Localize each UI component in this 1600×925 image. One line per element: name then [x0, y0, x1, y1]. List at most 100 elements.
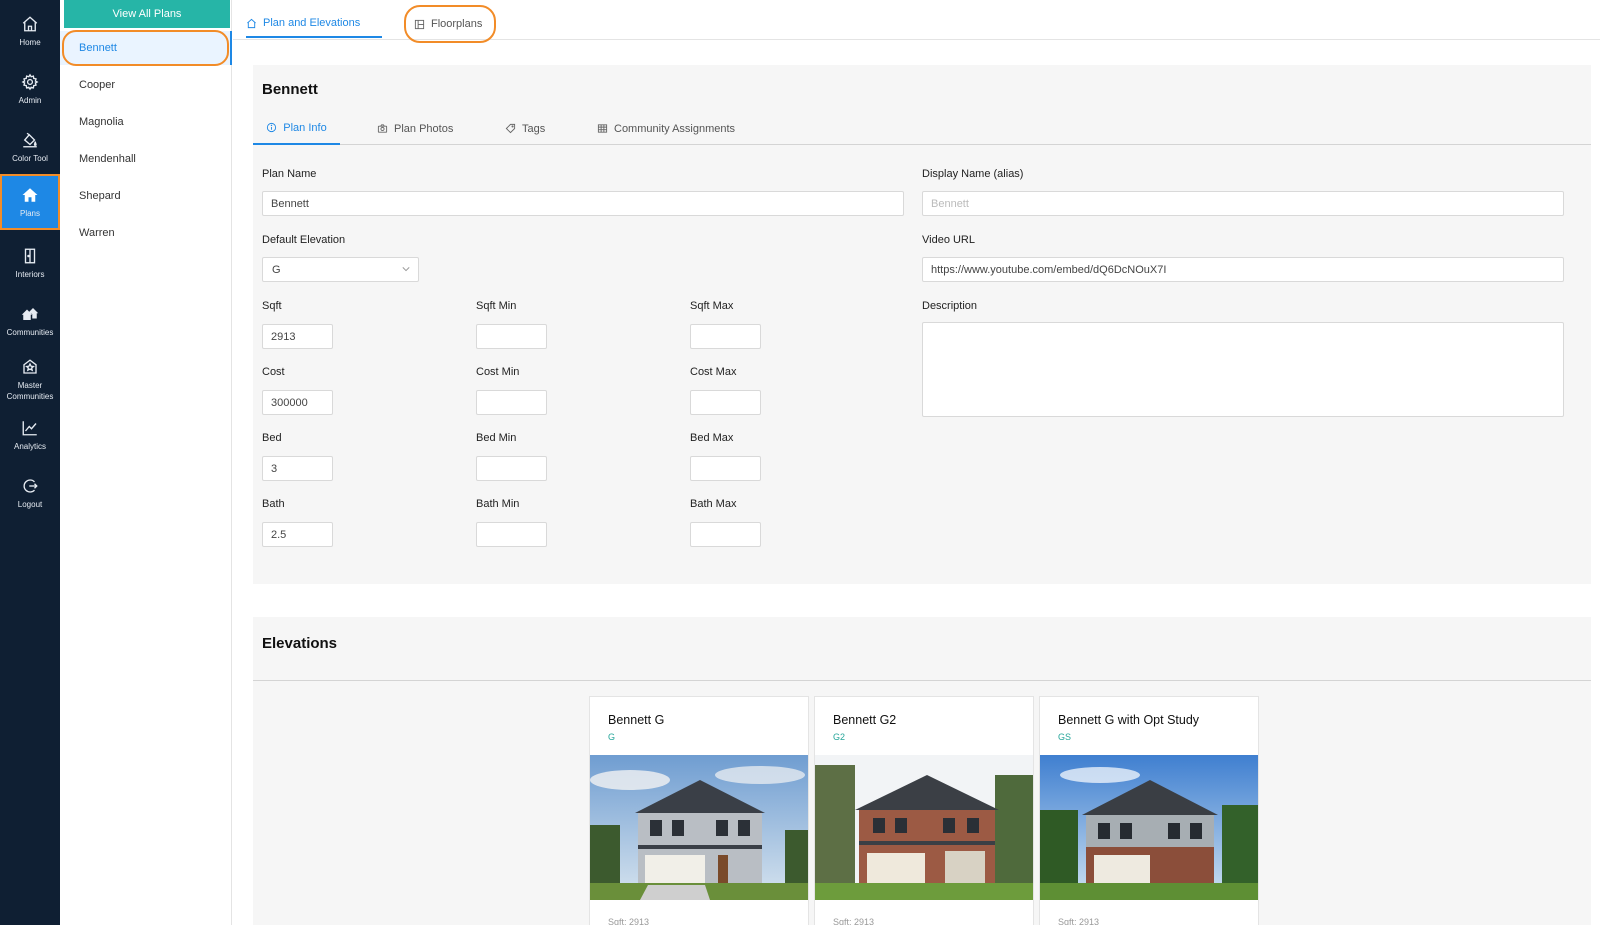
- page-title: Bennett: [262, 81, 318, 98]
- plan-item-warren[interactable]: Warren: [60, 216, 232, 250]
- cost-label: Cost: [262, 366, 285, 378]
- plan-subtabs: Plan Info Plan Photos Tags Community Ass…: [253, 112, 1591, 145]
- plan-info-panel: Bennett Plan Info Plan Photos Tags Commu…: [253, 65, 1591, 584]
- elevation-card[interactable]: Bennett G with Opt Study GS Sqft: 2913: [1039, 696, 1259, 925]
- tab-label: Plan and Elevations: [263, 17, 361, 29]
- elevation-card[interactable]: Bennett G2 G2 Sqft: 2913: [814, 696, 1034, 925]
- elevation-name: Bennett G: [608, 713, 665, 727]
- tab-plan-and-elevations[interactable]: Plan and Elevations: [246, 10, 382, 38]
- default-elevation-value: G: [272, 263, 281, 276]
- home-icon: [247, 18, 256, 28]
- bed-label: Bed: [262, 432, 282, 444]
- elevation-photo: [1040, 755, 1258, 900]
- tab-plan-photos[interactable]: Plan Photos: [377, 112, 453, 145]
- chevron-down-icon: [402, 267, 410, 272]
- rail-item-plans[interactable]: Plans: [0, 174, 60, 230]
- tab-label: Plan Info: [283, 121, 327, 134]
- rail-label: Analytics: [13, 441, 46, 451]
- cost-min-input[interactable]: [476, 390, 547, 415]
- plan-name-input[interactable]: [262, 191, 904, 216]
- sqft-max-input[interactable]: [690, 324, 761, 349]
- sqft-min-input[interactable]: [476, 324, 547, 349]
- home-icon: [22, 15, 38, 31]
- view-all-plans-button[interactable]: View All Plans: [64, 0, 230, 28]
- bath-max-input[interactable]: [690, 522, 761, 547]
- cost-max-label: Cost Max: [690, 366, 737, 378]
- cost-max-input[interactable]: [690, 390, 761, 415]
- floorplan-icon: [414, 19, 425, 29]
- top-tabs: Plan and Elevations Floorplans: [233, 0, 1600, 40]
- bath-min-label: Bath Min: [476, 498, 520, 510]
- rail-label: Interiors: [15, 269, 45, 279]
- display-name-input[interactable]: [922, 191, 1564, 216]
- table-icon: [597, 124, 608, 133]
- rail-label: Logout: [17, 499, 43, 509]
- rail-item-communities[interactable]: Communities: [0, 294, 60, 348]
- tab-plan-info[interactable]: Plan Info: [253, 112, 340, 145]
- default-elevation-select[interactable]: G: [262, 257, 419, 282]
- tab-label: Floorplans: [431, 18, 483, 30]
- bath-min-input[interactable]: [476, 522, 547, 547]
- rail-item-analytics[interactable]: Analytics: [0, 408, 60, 462]
- rail-label-line2: Communities: [6, 392, 54, 401]
- elevation-code: GS: [1058, 732, 1072, 742]
- bed-max-label: Bed Max: [690, 432, 734, 444]
- tab-tags[interactable]: Tags: [505, 112, 545, 145]
- tag-icon: [505, 123, 516, 134]
- plan-item-magnolia[interactable]: Magnolia: [60, 105, 232, 139]
- badge-house-icon: [23, 359, 37, 374]
- elevation-photo: [590, 755, 808, 900]
- elevation-code: G: [608, 732, 616, 742]
- tab-label: Community Assignments: [614, 122, 736, 135]
- bath-input[interactable]: [262, 522, 333, 547]
- elevation-name: Bennett G2: [833, 713, 897, 727]
- bed-min-label: Bed Min: [476, 432, 517, 444]
- elevation-meta: Sqft: 2913: [608, 917, 650, 925]
- elevation-card[interactable]: Bennett G G Sqft: 2913: [589, 696, 809, 925]
- cost-input[interactable]: [262, 390, 333, 415]
- bath-label: Bath: [262, 498, 285, 510]
- logout-icon: [23, 478, 38, 493]
- rail-item-color-tool[interactable]: Color Tool: [0, 120, 60, 174]
- elevation-code: G2: [833, 732, 846, 742]
- plan-item-shepard[interactable]: Shepard: [60, 179, 232, 213]
- elevation-meta: Sqft: 2913: [833, 917, 875, 925]
- sqft-min-label: Sqft Min: [476, 300, 517, 312]
- plan-item-mendenhall[interactable]: Mendenhall: [60, 142, 232, 176]
- cost-min-label: Cost Min: [476, 366, 520, 378]
- rail-label: Admin: [18, 95, 42, 105]
- sqft-input[interactable]: [262, 324, 333, 349]
- tab-community-assignments[interactable]: Community Assignments: [597, 112, 735, 145]
- elevations-title: Elevations: [262, 635, 338, 652]
- plan-name-label: Plan Name: [262, 168, 317, 180]
- bed-max-input[interactable]: [690, 456, 761, 481]
- elevation-name: Bennett G with Opt Study: [1058, 713, 1200, 727]
- house-icon: [22, 187, 38, 202]
- houses-icon: [21, 307, 39, 320]
- bed-input[interactable]: [262, 456, 333, 481]
- rail-item-admin[interactable]: Admin: [0, 62, 60, 116]
- description-textarea[interactable]: [922, 322, 1564, 417]
- gear-icon: [21, 73, 39, 90]
- tab-label: Tags: [522, 122, 546, 135]
- tab-label: Plan Photos: [394, 122, 454, 135]
- bed-min-input[interactable]: [476, 456, 547, 481]
- plan-item-cooper[interactable]: Cooper: [60, 68, 232, 102]
- description-label: Description: [922, 300, 978, 312]
- plan-item-bennett[interactable]: Bennett: [60, 31, 232, 65]
- rail-label: Master: [17, 381, 43, 390]
- plans-list: View All Plans Bennett Cooper Magnolia M…: [60, 0, 232, 925]
- rail-item-home[interactable]: Home: [0, 4, 60, 58]
- rail-label: Home: [19, 37, 41, 47]
- rail-item-master-communities[interactable]: Master Communities: [0, 350, 60, 410]
- rail-item-interiors[interactable]: Interiors: [0, 236, 60, 290]
- info-icon: [267, 122, 277, 133]
- video-url-input[interactable]: [922, 257, 1564, 282]
- rail-item-logout[interactable]: Logout: [0, 466, 60, 520]
- tab-floorplans[interactable]: Floorplans: [414, 10, 482, 38]
- rail-label: Communities: [6, 327, 54, 337]
- elevation-meta: Sqft: 2913: [1058, 917, 1100, 925]
- door-icon: [24, 248, 36, 263]
- rail-label: Color Tool: [12, 153, 48, 163]
- bath-max-label: Bath Max: [690, 498, 737, 510]
